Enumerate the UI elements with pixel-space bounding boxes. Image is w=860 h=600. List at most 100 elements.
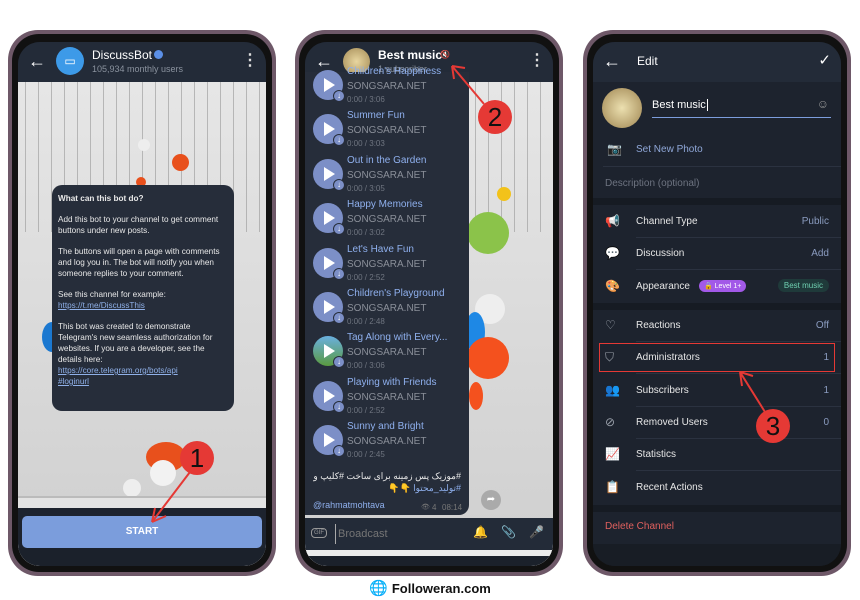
channel-title[interactable]: Best music [378, 48, 442, 62]
delete-channel-button[interactable]: Delete Channel [605, 521, 674, 532]
muted-icon: 🔇 [440, 50, 450, 59]
download-icon[interactable]: ↓ [333, 445, 345, 458]
microphone-icon[interactable]: 🎤 [529, 525, 544, 539]
download-icon[interactable]: ↓ [333, 178, 345, 191]
row-value: 0 [823, 416, 829, 428]
song-item[interactable]: ↓ Let's Have Fun SONGSARA.NET 0:00 / 2:5… [313, 244, 473, 288]
system-nav-bar [593, 544, 841, 566]
globe-icon: 🌐 [369, 580, 388, 597]
settings-row-administrators[interactable]: ⛉ Administrators 1 [593, 342, 841, 375]
row-value: Public [801, 216, 829, 227]
bot-avatar[interactable]: ▭ [56, 47, 84, 75]
song-duration: 0:00 / 3:02 [347, 228, 385, 238]
bell-icon[interactable]: 🔔 [473, 525, 488, 539]
song-item[interactable]: ↓ Summer Fun SONGSARA.NET 0:00 / 3:03 [313, 110, 473, 154]
bubble-text: Add this bot to your channel to get comm… [58, 215, 219, 235]
settings-row-subscribers[interactable]: 👥 Subscribers 1 [593, 375, 841, 407]
song-duration: 0:00 / 2:45 [347, 450, 385, 460]
song-item[interactable]: ↓ Tag Along with Every... SONGSARA.NET 0… [313, 332, 473, 376]
settings-row-recent-actions[interactable]: 📋 Recent Actions [593, 472, 841, 504]
song-item[interactable]: ↓ Sunny and Bright SONGSARA.NET 0:00 / 2… [313, 421, 473, 465]
attach-icon[interactable]: 📎 [501, 525, 516, 539]
song-title: Let's Have Fun [347, 243, 414, 255]
row-label: Appearance [636, 280, 690, 292]
song-item[interactable]: ↓ Children's Happiness SONGSARA.NET 0:00… [313, 66, 473, 110]
row-value: Best music [777, 278, 829, 292]
download-icon[interactable]: ↓ [333, 312, 345, 324]
song-artist: SONGSARA.NET [347, 214, 427, 226]
song-title: Children's Playground [347, 288, 445, 299]
song-artist: SONGSARA.NET [347, 303, 427, 314]
channel-link[interactable]: https://t.me/DiscussThis [58, 300, 228, 311]
download-icon[interactable]: ↓ [333, 400, 345, 413]
download-icon[interactable]: ↓ [333, 356, 345, 369]
system-nav-bar [305, 556, 553, 566]
settings-row-channel-type[interactable]: 📢 Channel Type Public [593, 206, 841, 238]
heart-icon: ♡ [605, 318, 616, 332]
settings-row-reactions[interactable]: ♡ Reactions Off [593, 310, 841, 342]
download-icon[interactable]: ↓ [333, 223, 345, 236]
music-post-bubble: #موزیک پس زمینه برای ساخت #کلیپ و #تولید… [305, 66, 469, 515]
camera-add-icon: 📷 [607, 142, 622, 156]
broadcast-input[interactable] [335, 524, 455, 544]
channel-photo[interactable] [602, 88, 642, 128]
more-icon[interactable]: ⋮ [529, 50, 545, 70]
song-duration: 0:00 / 3:06 [347, 361, 385, 371]
bubble-text: See this channel for example: [58, 290, 166, 299]
clipboard-icon: 📋 [605, 479, 620, 494]
post-author[interactable]: @rahmatmohtava [313, 500, 385, 510]
settings-row-statistics[interactable]: 📈 Statistics [593, 439, 841, 472]
post-caption: #موزیک پس زمینه برای ساخت #کلیپ و #تولید… [313, 470, 461, 494]
download-icon[interactable]: ↓ [333, 90, 345, 102]
song-duration: 0:00 / 2:52 [347, 405, 385, 415]
users-icon: 👥 [605, 382, 620, 397]
song-item[interactable]: ↓ Out in the Garden SONGSARA.NET 0:00 / … [313, 155, 473, 199]
message-input-bar: GIF 🔔 📎 🎤 [305, 518, 553, 550]
row-value: Off [815, 320, 829, 331]
start-button[interactable]: START [22, 516, 262, 548]
chat-subtitle: 105,934 monthly users [92, 64, 184, 74]
back-arrow-icon[interactable]: ← [603, 51, 621, 72]
song-item[interactable]: ↓ Playing with Friends SONGSARA.NET 0:00… [313, 377, 473, 421]
caption-line: #تولید_محتوا 👇👇 [388, 483, 461, 493]
save-check-icon[interactable]: ✓ [818, 51, 831, 69]
post-time: 08:14 [442, 503, 463, 512]
phone-edit-channel: ← Edit ✓ Best music ☺ 📷 Set New Photo De… [583, 30, 851, 576]
download-icon[interactable]: ↓ [333, 267, 345, 280]
bubble-text: The buttons will open a page with commen… [58, 247, 220, 278]
song-artist: SONGSARA.NET [347, 258, 427, 270]
loginurl-link[interactable]: #loginurl [58, 376, 228, 387]
share-button[interactable]: ➦ [481, 490, 501, 510]
settings-row-appearance[interactable]: 🎨 Appearance 🔒 Level 1+ Best music [593, 271, 841, 303]
system-nav-bar [18, 548, 266, 566]
chart-icon: 📈 [605, 447, 620, 462]
phone-discussbot: ← ▭ DiscussBot 105,934 monthly users ⋮ W… [8, 30, 276, 576]
settings-row-removed-users[interactable]: ⊘ Removed Users 0 [593, 407, 841, 439]
set-new-photo-link[interactable]: Set New Photo [636, 144, 703, 155]
back-arrow-icon[interactable]: ← [28, 51, 46, 72]
channel-name-field[interactable]: Best music ☺ [652, 94, 831, 118]
song-artist: SONGSARA.NET [347, 347, 427, 359]
song-duration: 0:00 / 3:06 [347, 95, 385, 104]
chat-icon: 💬 [605, 246, 620, 261]
bubble-heading: What can this bot do? [58, 194, 144, 203]
emoji-icon[interactable]: ☺ [817, 97, 829, 111]
song-artist: SONGSARA.NET [347, 436, 427, 448]
song-item[interactable]: ↓ Children's Playground SONGSARA.NET 0:0… [313, 288, 473, 332]
verified-icon [154, 50, 163, 59]
song-title: Sunny and Bright [347, 421, 424, 433]
row-label: Recent Actions [636, 481, 703, 493]
settings-row-discussion[interactable]: 💬 Discussion Add [593, 238, 841, 271]
api-link[interactable]: https://core.telegram.org/bots/api [58, 365, 228, 376]
song-title: Tag Along with Every... [347, 332, 448, 344]
footer-brand: 🌐 Followeran.com [0, 579, 860, 597]
caption-line: #موزیک پس زمینه برای ساخت #کلیپ و [313, 471, 461, 481]
description-input[interactable]: Description (optional) [605, 178, 700, 189]
row-value: 1 [823, 384, 829, 396]
song-item[interactable]: ↓ Happy Memories SONGSARA.NET 0:00 / 3:0… [313, 199, 473, 243]
row-label: Statistics [636, 449, 677, 461]
download-icon[interactable]: ↓ [333, 134, 345, 147]
more-icon[interactable]: ⋮ [242, 50, 258, 70]
chat-title: DiscussBot [92, 48, 153, 62]
gif-button[interactable]: GIF [311, 528, 327, 538]
